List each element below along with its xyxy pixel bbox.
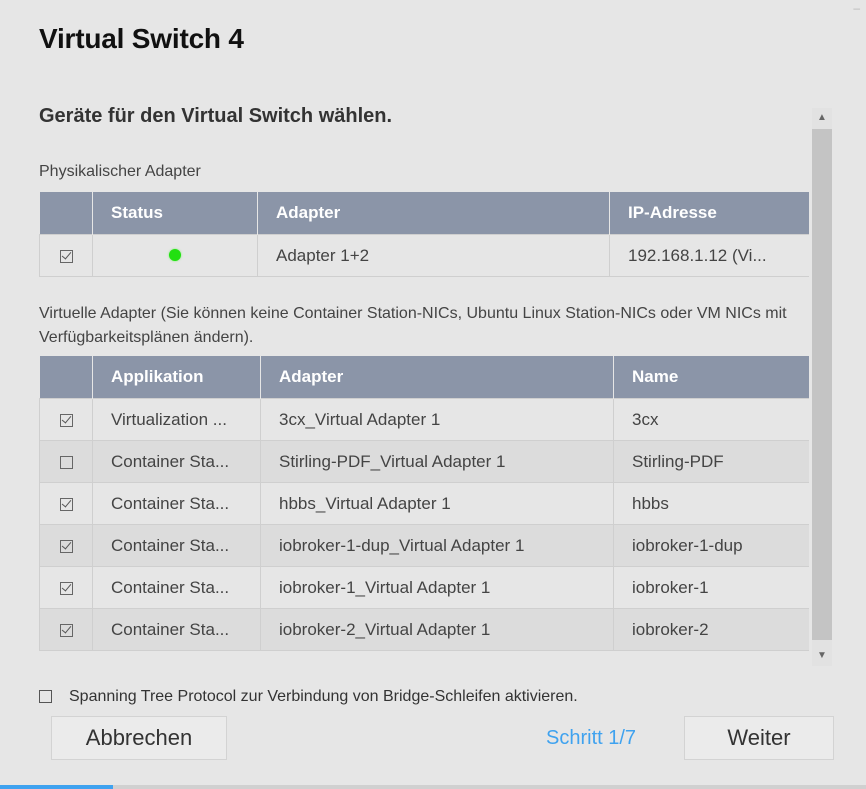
scroll-thumb[interactable] <box>812 129 832 640</box>
physical-adapter-table: Status Adapter IP-Adresse Adapter 1+2 19… <box>39 192 809 277</box>
step-indicator: Schritt 1/7 <box>546 727 637 749</box>
column-header-adapter[interactable]: Adapter <box>260 356 614 399</box>
stp-option[interactable]: Spanning Tree Protocol zur Verbindung vo… <box>39 688 578 706</box>
cell-application: Container Sta... <box>92 440 261 483</box>
column-header-ip[interactable]: IP-Adresse <box>609 192 809 235</box>
cell-application: Container Sta... <box>92 566 261 609</box>
table-row[interactable]: Container Sta... hbbs_Virtual Adapter 1 … <box>39 482 809 525</box>
row-checkbox[interactable] <box>59 249 73 263</box>
wizard-progress-fill <box>0 785 113 789</box>
cell-adapter: Adapter 1+2 <box>257 234 610 277</box>
status-online-icon <box>169 248 181 261</box>
cell-name: 3cx <box>613 398 809 441</box>
content-area: Geräte für den Virtual Switch wählen. Ph… <box>39 100 809 660</box>
cell-adapter: iobroker-1-dup_Virtual Adapter 1 <box>260 524 614 567</box>
physical-adapter-label: Physikalischer Adapter <box>39 163 201 180</box>
table-header-row: Status Adapter IP-Adresse <box>39 192 809 235</box>
row-checkbox[interactable] <box>59 413 73 427</box>
scroll-up-arrow-icon[interactable]: ▲ <box>812 108 832 128</box>
cell-name: iobroker-1-dup <box>613 524 809 567</box>
virtual-adapter-description: Virtuelle Adapter (Sie können keine Cont… <box>39 305 787 346</box>
cell-name: iobroker-2 <box>613 608 809 651</box>
column-header-select <box>39 356 93 399</box>
wizard-progress-bar <box>0 785 866 789</box>
row-checkbox[interactable] <box>59 581 73 595</box>
table-row[interactable]: Adapter 1+2 192.168.1.12 (Vi... <box>39 234 809 277</box>
column-header-status[interactable]: Status <box>92 192 258 235</box>
cell-adapter: iobroker-1_Virtual Adapter 1 <box>260 566 614 609</box>
dialog-title: Virtual Switch 4 <box>39 23 244 54</box>
table-row[interactable]: Virtualization ... 3cx_Virtual Adapter 1… <box>39 398 809 441</box>
column-header-select <box>39 192 93 235</box>
stp-checkbox[interactable] <box>39 690 52 704</box>
cell-application: Virtualization ... <box>92 398 261 441</box>
cell-name: iobroker-1 <box>613 566 809 609</box>
column-header-name[interactable]: Name <box>613 356 809 399</box>
column-header-application[interactable]: Applikation <box>92 356 261 399</box>
cell-adapter: Stirling-PDF_Virtual Adapter 1 <box>260 440 614 483</box>
next-button[interactable]: Weiter <box>684 716 834 760</box>
cell-ip: 192.168.1.12 (Vi... <box>609 234 809 277</box>
section-heading: Geräte für den Virtual Switch wählen. <box>39 105 393 127</box>
table-row[interactable]: Container Sta... iobroker-1_Virtual Adap… <box>39 566 809 609</box>
cancel-button[interactable]: Abbrechen <box>51 716 227 760</box>
cell-name: Stirling-PDF <box>613 440 809 483</box>
table-row[interactable]: Container Sta... Stirling-PDF_Virtual Ad… <box>39 440 809 483</box>
cell-adapter: 3cx_Virtual Adapter 1 <box>260 398 614 441</box>
column-header-adapter[interactable]: Adapter <box>257 192 610 235</box>
scroll-down-arrow-icon[interactable]: ▼ <box>812 646 832 666</box>
row-checkbox[interactable] <box>59 455 73 469</box>
cell-adapter: iobroker-2_Virtual Adapter 1 <box>260 608 614 651</box>
cell-application: Container Sta... <box>92 482 261 525</box>
window-close-icon[interactable]: – <box>846 2 860 14</box>
table-row[interactable]: Container Sta... iobroker-1-dup_Virtual … <box>39 524 809 567</box>
cell-application: Container Sta... <box>92 608 261 651</box>
row-checkbox[interactable] <box>59 497 73 511</box>
cell-name: hbbs <box>613 482 809 525</box>
table-row[interactable]: Container Sta... iobroker-2_Virtual Adap… <box>39 608 809 651</box>
cell-application: Container Sta... <box>92 524 261 567</box>
table-header-row: Applikation Adapter Name <box>39 356 809 399</box>
virtual-adapter-table: Applikation Adapter Name Virtualization … <box>39 356 809 651</box>
cell-adapter: hbbs_Virtual Adapter 1 <box>260 482 614 525</box>
row-checkbox[interactable] <box>59 539 73 553</box>
vertical-scrollbar[interactable]: ▲ ▼ <box>812 108 832 666</box>
stp-label: Spanning Tree Protocol zur Verbindung vo… <box>69 688 578 705</box>
row-checkbox[interactable] <box>59 623 73 637</box>
